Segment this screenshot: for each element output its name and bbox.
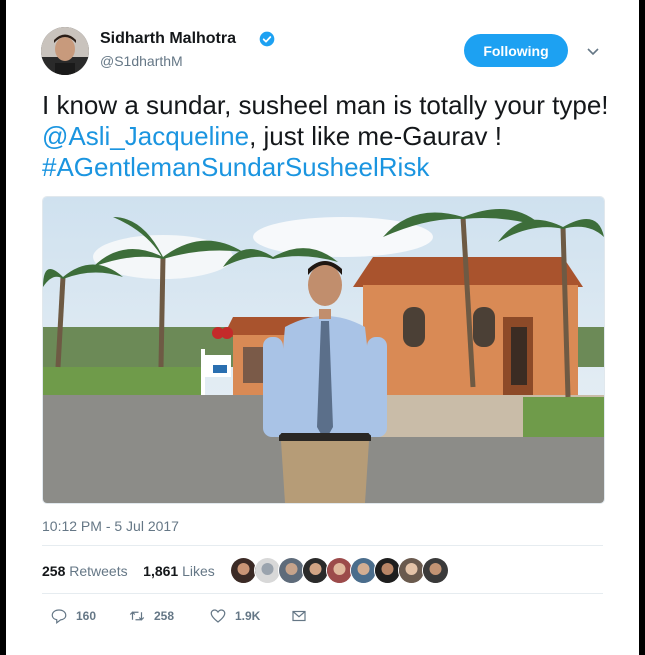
- tweet-card: Sidharth Malhotra @S1dharthM Following I…: [6, 0, 639, 655]
- tweet-timestamp[interactable]: 10:12 PM - 5 Jul 2017: [42, 518, 179, 534]
- liker-avatar-1[interactable]: [230, 557, 257, 584]
- envelope-icon: [292, 610, 306, 622]
- retweets-count: 258: [42, 563, 66, 579]
- reply-action[interactable]: 160: [50, 605, 96, 627]
- tweet-actions: 160 258 1.9K: [42, 605, 342, 627]
- divider: [42, 545, 603, 546]
- user-avatar[interactable]: [41, 27, 89, 75]
- tweet-text: I know a sundar, susheel man is totally …: [42, 90, 622, 183]
- tweet-text-part: I know a sundar, susheel man is totally …: [42, 90, 609, 120]
- liker-avatar-9[interactable]: [422, 557, 449, 584]
- tweet-photo[interactable]: [42, 196, 605, 504]
- likes-stat[interactable]: 1,861 Likes: [143, 563, 215, 579]
- retweets-label: Retweets: [69, 563, 128, 579]
- liker-avatar-4[interactable]: [302, 557, 329, 584]
- verified-badge-icon: [259, 31, 275, 47]
- reply-count: 160: [76, 609, 97, 623]
- liker-avatar-6[interactable]: [350, 557, 377, 584]
- photo-illustration: [43, 197, 604, 503]
- liker-avatar-8[interactable]: [398, 557, 425, 584]
- liker-avatar-2[interactable]: [254, 557, 281, 584]
- divider: [42, 593, 603, 594]
- heart-icon: [210, 609, 226, 623]
- reply-icon: [51, 609, 67, 624]
- retweet-count: 258: [154, 609, 175, 623]
- liker-avatar-3[interactable]: [278, 557, 305, 584]
- following-button[interactable]: Following: [464, 34, 568, 67]
- likes-count: 1,861: [143, 563, 179, 579]
- liker-avatar-7[interactable]: [374, 557, 401, 584]
- retweet-action[interactable]: 258: [128, 605, 174, 627]
- likes-label: Likes: [182, 563, 215, 579]
- like-count: 1.9K: [235, 609, 261, 623]
- tweet-stats: 258 Retweets 1,861 Likes: [42, 563, 215, 579]
- retweets-stat[interactable]: 258 Retweets: [42, 563, 128, 579]
- direct-message-action[interactable]: [290, 605, 308, 627]
- user-name[interactable]: Sidharth Malhotra: [100, 30, 236, 48]
- user-handle[interactable]: @S1dharthM: [100, 53, 183, 69]
- like-action[interactable]: 1.9K: [209, 605, 260, 627]
- liker-avatar-5[interactable]: [326, 557, 353, 584]
- mention-link[interactable]: @Asli_Jacqueline: [42, 121, 249, 151]
- chevron-down-icon[interactable]: [586, 44, 600, 58]
- tweet-text-part: , just like me-Gaurav !: [249, 121, 502, 151]
- retweet-icon: [129, 611, 145, 621]
- hashtag-link[interactable]: #AGentlemanSundarSusheelRisk: [42, 152, 429, 182]
